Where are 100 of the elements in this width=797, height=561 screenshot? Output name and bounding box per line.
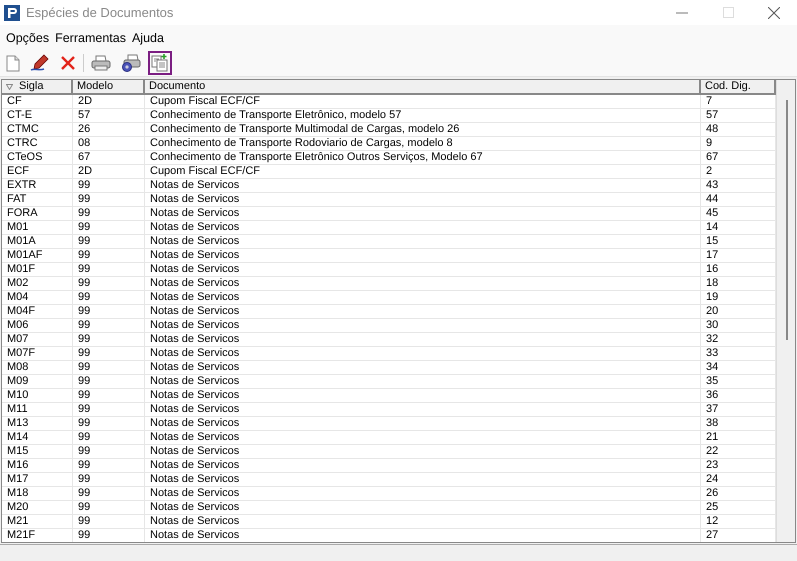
table-cell: 99 — [73, 193, 145, 207]
table-cell: 08 — [73, 137, 145, 151]
table-cell: M07 — [2, 333, 73, 347]
table-cell: Notas de Servicos — [145, 347, 701, 361]
table-cell: 2D — [73, 95, 145, 109]
table-cell: CF — [2, 95, 73, 109]
table-cell: M06 — [2, 319, 73, 333]
table-cell: Conhecimento de Transporte Eletrônico, modelo 57 — [145, 109, 701, 123]
table-cell: 99 — [73, 277, 145, 291]
table-cell: Notas de Servicos — [145, 221, 701, 235]
table-cell: 99 — [73, 235, 145, 249]
table-cell: Notas de Servicos — [145, 319, 701, 333]
table-cell: Notas de Servicos — [145, 277, 701, 291]
maximize-icon — [722, 7, 734, 18]
table-cell: M09 — [2, 375, 73, 389]
table-cell: 67 — [73, 151, 145, 165]
column-header[interactable]: Modelo — [73, 80, 145, 95]
table-cell: 99 — [73, 179, 145, 193]
table-cell: Notas de Servicos — [145, 291, 701, 305]
table-cell: 99 — [73, 319, 145, 333]
scrollbar[interactable] — [776, 80, 795, 542]
pencil-icon — [30, 54, 50, 72]
window-title: Espécies de Documentos — [26, 5, 174, 20]
table-cell: FORA — [2, 207, 73, 221]
table-cell: Notas de Servicos — [145, 473, 701, 487]
delete-icon — [60, 55, 76, 71]
table-cell: ECF — [2, 165, 73, 179]
table-cell: EXTR — [2, 179, 73, 193]
table-cell: Notas de Servicos — [145, 431, 701, 445]
table-cell: M04F — [2, 305, 73, 319]
table-cell: Notas de Servicos — [145, 333, 701, 347]
table-cell: 99 — [73, 431, 145, 445]
table-cell: 26 — [73, 123, 145, 137]
table-cell: 99 — [73, 347, 145, 361]
table-cell: 99 — [73, 403, 145, 417]
copy-add-icon — [151, 54, 169, 72]
table-cell: Conhecimento de Transporte Eletrônico Outros Serviços, Modelo 67 — [145, 151, 701, 165]
table-cell: 99 — [73, 263, 145, 277]
table-cell: Notas de Servicos — [145, 361, 701, 375]
table-cell: 99 — [73, 333, 145, 347]
table-cell: M13 — [2, 417, 73, 431]
table-cell: 99 — [73, 417, 145, 431]
table-cell: M01F — [2, 263, 73, 277]
table-cell: Notas de Servicos — [145, 207, 701, 221]
column-header[interactable]: Documento — [145, 80, 701, 95]
table-cell: 57 — [73, 109, 145, 123]
close-icon — [768, 6, 780, 18]
table-cell: Cupom Fiscal ECF/CF — [145, 95, 701, 109]
table-cell: 99 — [73, 459, 145, 473]
table-cell: 99 — [73, 445, 145, 459]
table-cell: M16 — [2, 459, 73, 473]
table-cell: 99 — [73, 501, 145, 515]
table-cell: CTRC — [2, 137, 73, 151]
table-cell: M18 — [2, 487, 73, 501]
table-cell: Notas de Servicos — [145, 375, 701, 389]
menu-item[interactable]: Opções — [3, 30, 52, 44]
table-cell: Cupom Fiscal ECF/CF — [145, 165, 701, 179]
table-cell: 99 — [73, 291, 145, 305]
table-cell: M21F — [2, 529, 73, 542]
menu-item[interactable]: Ferramentas — [52, 30, 129, 44]
table-cell: M08 — [2, 361, 73, 375]
table-cell: 99 — [73, 249, 145, 263]
table-cell: Notas de Servicos — [145, 249, 701, 263]
table-cell: Notas de Servicos — [145, 417, 701, 431]
table-cell: 99 — [73, 207, 145, 221]
printer-icon — [91, 55, 111, 71]
table-cell: Notas de Servicos — [145, 445, 701, 459]
table-cell: Notas de Servicos — [145, 487, 701, 501]
table-cell: Conhecimento de Transporte Multimodal de Cargas, modelo 26 — [145, 123, 701, 137]
table-cell: Notas de Servicos — [145, 529, 701, 542]
table-cell: M01AF — [2, 249, 73, 263]
table-cell: Notas de Servicos — [145, 403, 701, 417]
column-header[interactable]: Cod. Dig. — [701, 80, 776, 95]
column-header[interactable]: Sigla — [2, 80, 73, 95]
table-cell: 99 — [73, 361, 145, 375]
table-cell: Notas de Servicos — [145, 515, 701, 529]
menu-item[interactable]: Ajuda — [128, 30, 167, 44]
table-cell: M02 — [2, 277, 73, 291]
app-logo-icon — [4, 4, 20, 20]
table-cell: Notas de Servicos — [145, 235, 701, 249]
minimize-icon — [676, 12, 688, 14]
table-cell: 99 — [73, 487, 145, 501]
table-cell: Notas de Servicos — [145, 263, 701, 277]
table-cell: Notas de Servicos — [145, 193, 701, 207]
table-cell: M01 — [2, 221, 73, 235]
table-cell: 99 — [73, 221, 145, 235]
table-cell: CT-E — [2, 109, 73, 123]
table-cell: Notas de Servicos — [145, 389, 701, 403]
table-cell: 2D — [73, 165, 145, 179]
table-cell: 99 — [73, 515, 145, 529]
table-cell: M14 — [2, 431, 73, 445]
table-cell: M04 — [2, 291, 73, 305]
table-cell: Notas de Servicos — [145, 459, 701, 473]
table-cell: M17 — [2, 473, 73, 487]
blank-page-icon — [6, 54, 20, 72]
toolbar-button[interactable] — [148, 51, 172, 75]
table-cell: M10 — [2, 389, 73, 403]
table-cell: M21 — [2, 515, 73, 529]
table-cell: M20 — [2, 501, 73, 515]
table-cell: 99 — [73, 529, 145, 542]
